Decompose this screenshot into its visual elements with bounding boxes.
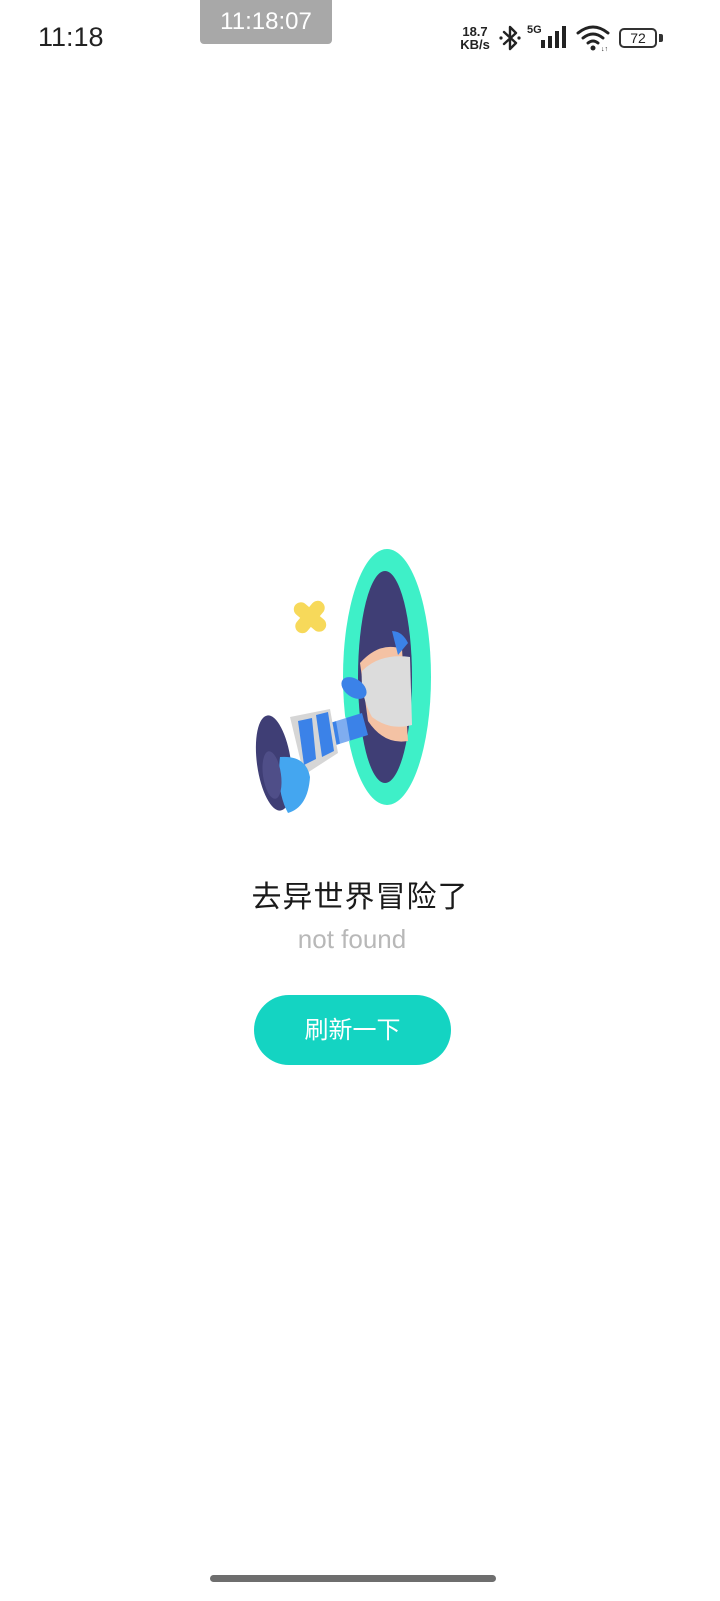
screen: 11:18 11:18:07 18.7 KB/s 5G ↓↑ 72 去异世界冒险… [0,0,720,1601]
home-indicator[interactable] [210,1575,496,1582]
battery-tip [659,34,663,42]
status-time: 11:18 [38,22,104,52]
error-title: 去异世界冒险了 [251,880,469,915]
battery-icon: 72 [619,28,657,48]
refresh-button[interactable]: 刷新一下 [254,995,451,1065]
error-subtitle: not found [297,924,407,954]
network-speed-unit: KB/s [460,37,490,52]
wifi-icon: ↓↑ [576,25,610,52]
portal-legs-illustration [255,549,431,813]
status-bar: 11:18 11:18:07 18.7 KB/s 5G ↓↑ 72 [0,0,720,80]
network-speed: 18.7 KB/s [456,25,494,51]
signal-icon [541,26,566,48]
clock-overlay: 11:18:07 [200,0,332,44]
bluetooth-icon [499,25,521,51]
svg-text:↓↑: ↓↑ [601,46,608,52]
sparkle-icon [293,600,327,634]
